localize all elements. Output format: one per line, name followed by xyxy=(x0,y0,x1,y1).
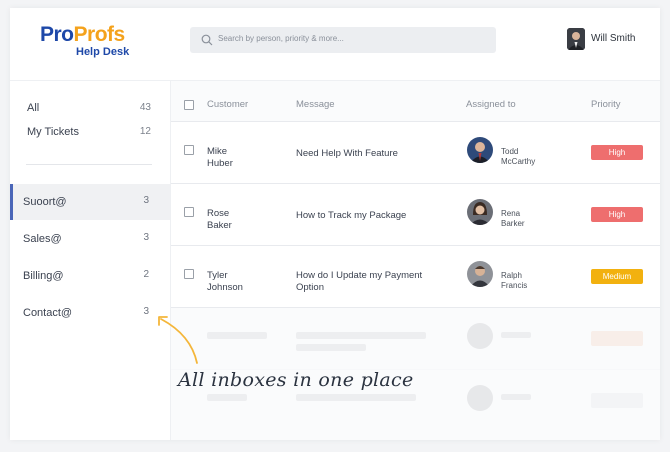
logo-wordmark: ProProfs xyxy=(40,23,125,47)
sidebar-item-my-tickets[interactable]: My Tickets 12 xyxy=(10,122,170,144)
customer-first-name: Rose xyxy=(207,208,230,219)
placeholder-badge xyxy=(591,331,643,346)
agent-name: Rena Barker xyxy=(501,209,561,229)
sidebar-item-count: 12 xyxy=(139,126,151,137)
agent-name: Ralph Francis xyxy=(501,271,561,291)
search-placeholder: Search by person, priority & more... xyxy=(218,34,344,43)
customer-last-name: Baker xyxy=(207,220,232,231)
inbox-count: 2 xyxy=(143,269,149,280)
inbox-label: Contact@ xyxy=(23,307,73,319)
priority-badge: High xyxy=(591,207,643,222)
annotation-caption: All inboxes in one place xyxy=(178,369,414,391)
placeholder-bar xyxy=(296,332,426,339)
table-row-placeholder xyxy=(171,308,660,370)
avatar xyxy=(567,28,585,50)
row-checkbox[interactable] xyxy=(184,269,194,279)
agent-last-name: Barker xyxy=(501,219,525,228)
inbox-count: 3 xyxy=(143,232,149,243)
placeholder-bar xyxy=(296,394,416,401)
placeholder-badge xyxy=(591,393,643,408)
placeholder-bar xyxy=(207,332,267,339)
inbox-label: Billing@ xyxy=(23,270,64,282)
agent-last-name: Francis xyxy=(501,281,528,290)
agent-name: Todd McCarthy xyxy=(501,147,561,167)
agent-avatar xyxy=(467,137,493,163)
priority-badge: Medium xyxy=(591,269,643,284)
placeholder-avatar xyxy=(467,323,493,349)
priority-badge: High xyxy=(591,145,643,160)
message-text: How do I Update my Payment Option xyxy=(296,270,456,294)
message-line: How to Track my Package xyxy=(296,210,407,221)
message-text: Need Help With Feature xyxy=(296,148,456,160)
logo-pro-text: Pro xyxy=(40,23,74,46)
table-row[interactable]: Tyler Johnson How do I Update my Payment… xyxy=(171,246,660,308)
message-text: How to Track my Package xyxy=(296,210,456,222)
message-line: Option xyxy=(296,282,324,293)
placeholder-avatar xyxy=(467,385,493,411)
inbox-label: Sales@ xyxy=(23,233,62,245)
customer-first-name: Mike xyxy=(207,146,228,157)
table-row[interactable]: Rose Baker How to Track my Package Rena … xyxy=(171,184,660,246)
sidebar-item-label: My Tickets xyxy=(27,126,79,138)
customer-name: Tyler Johnson xyxy=(207,270,287,294)
agent-first-name: Rena xyxy=(501,209,521,218)
search-input[interactable]: Search by person, priority & more... xyxy=(190,27,496,53)
column-header-priority[interactable]: Priority xyxy=(591,99,621,110)
sidebar-divider xyxy=(26,164,152,165)
agent-avatar xyxy=(467,199,493,225)
search-icon xyxy=(201,34,213,46)
placeholder-bar xyxy=(501,332,531,338)
column-header-customer[interactable]: Customer xyxy=(207,99,248,110)
sidebar-item-count: 43 xyxy=(139,102,151,113)
message-line: How do I Update my Payment xyxy=(296,270,423,281)
placeholder-bar xyxy=(296,344,366,351)
sidebar-item-label: All xyxy=(27,102,40,114)
message-line: Need Help With Feature xyxy=(296,148,398,159)
logo-profs-text: Profs xyxy=(73,23,126,46)
row-checkbox[interactable] xyxy=(184,145,194,155)
agent-first-name: Ralph xyxy=(501,271,522,280)
select-all-checkbox[interactable] xyxy=(184,100,194,110)
row-checkbox[interactable] xyxy=(184,207,194,217)
column-header-message[interactable]: Message xyxy=(296,99,335,110)
customer-name: Mike Huber xyxy=(207,146,287,170)
agent-first-name: Todd xyxy=(501,147,519,156)
annotation-arrow-icon xyxy=(158,316,198,364)
inbox-label: Suoort@ xyxy=(23,196,67,208)
sidebar-item-support-inbox[interactable]: Suoort@ 3 xyxy=(10,184,170,220)
logo-subtitle: Help Desk xyxy=(76,46,130,58)
column-header-assigned[interactable]: Assigned to xyxy=(466,99,516,110)
sidebar-item-billing-inbox[interactable]: Billing@ 2 xyxy=(10,258,170,294)
sidebar: All 43 My Tickets 12 Suoort@ 3 Sales@ 3 … xyxy=(10,81,170,440)
user-name: Will Smith xyxy=(591,33,636,44)
top-header: ProProfs Help Desk Search by person, pri… xyxy=(10,8,660,81)
table-header: Customer Message Assigned to Priority xyxy=(171,81,660,122)
customer-last-name: Huber xyxy=(207,158,233,169)
agent-last-name: McCarthy xyxy=(501,157,536,166)
proprofs-logo[interactable]: ProProfs Help Desk xyxy=(40,23,130,59)
customer-name: Rose Baker xyxy=(207,208,287,232)
customer-first-name: Tyler xyxy=(207,270,228,281)
customer-last-name: Johnson xyxy=(207,282,243,293)
sidebar-item-all[interactable]: All 43 xyxy=(10,98,170,120)
placeholder-bar xyxy=(501,394,531,400)
placeholder-bar xyxy=(207,394,247,401)
inbox-count: 3 xyxy=(143,195,149,206)
sidebar-item-sales-inbox[interactable]: Sales@ 3 xyxy=(10,221,170,257)
table-row[interactable]: Mike Huber Need Help With Feature Todd M… xyxy=(171,122,660,184)
agent-avatar xyxy=(467,261,493,287)
